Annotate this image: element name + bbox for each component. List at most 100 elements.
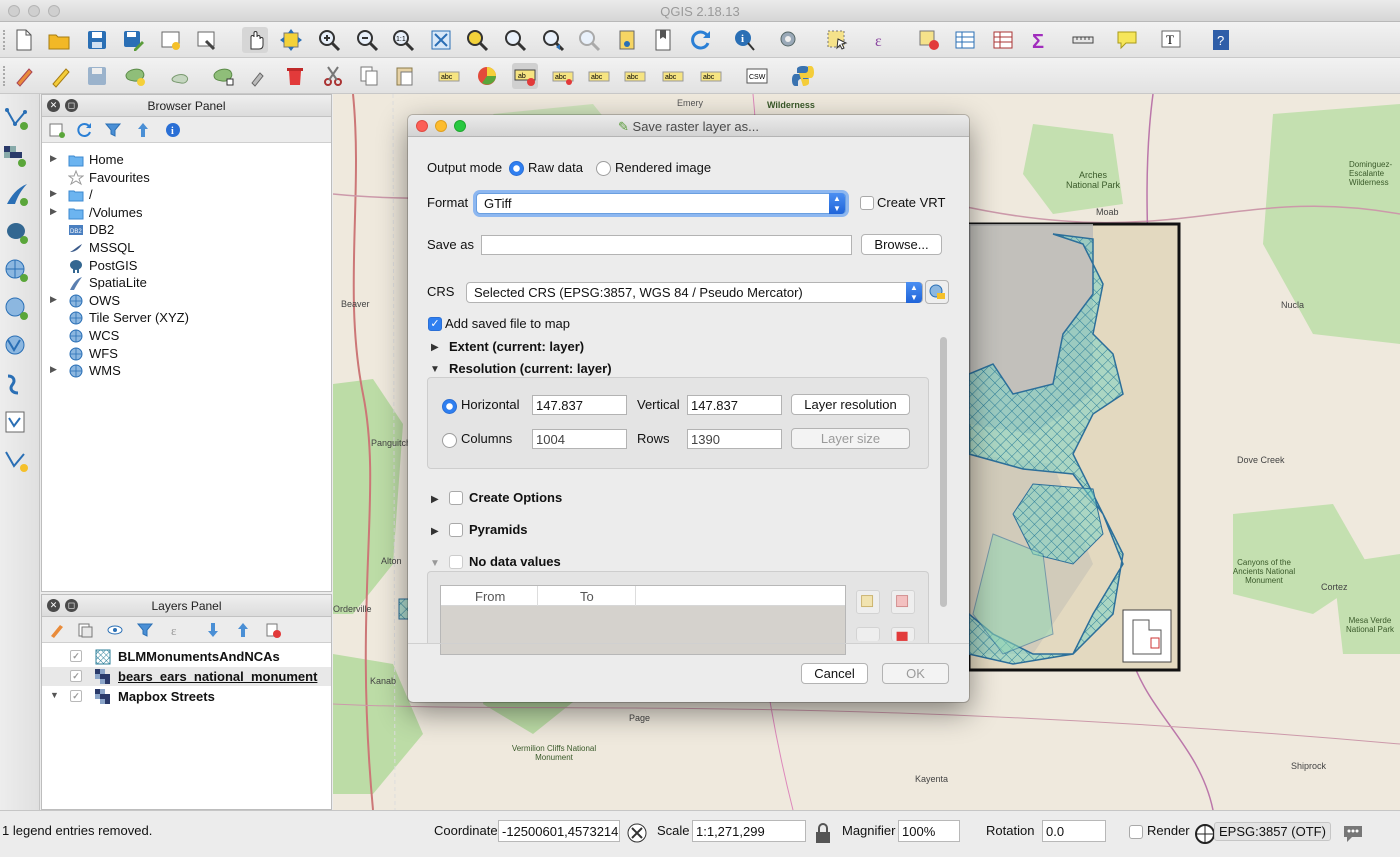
- delete-selected-icon[interactable]: [282, 63, 308, 89]
- dialog-scrollbar[interactable]: [939, 337, 948, 641]
- rotation-field[interactable]: 0.0: [1042, 820, 1106, 842]
- composer-manager-icon[interactable]: [194, 27, 220, 53]
- browser-item[interactable]: ▶ WMS: [42, 362, 331, 380]
- browser-item[interactable]: ▶ Home: [42, 151, 331, 169]
- filter-by-expression-icon[interactable]: ε: [168, 621, 186, 639]
- create-options-expand-arrow[interactable]: ▶: [431, 494, 439, 505]
- manage-visibility-icon[interactable]: [106, 621, 124, 639]
- column-header-to[interactable]: To: [580, 589, 594, 604]
- deselect-all-icon[interactable]: [916, 27, 942, 53]
- zoom-last-icon[interactable]: [540, 27, 566, 53]
- messages-icon[interactable]: [1340, 820, 1368, 844]
- add-wcs-layer-icon[interactable]: [2, 294, 32, 324]
- layer-item[interactable]: ✓ BLMMonumentsAndNCAs: [42, 647, 331, 666]
- magnifier-field[interactable]: 100%: [898, 820, 960, 842]
- lock-scale-icon[interactable]: [810, 820, 832, 843]
- python-console-icon[interactable]: [790, 63, 816, 89]
- pyramids-expand-arrow[interactable]: ▶: [431, 526, 439, 537]
- cut-features-icon[interactable]: [320, 63, 346, 89]
- highlight-pinned-labels-icon[interactable]: ab: [512, 63, 538, 89]
- current-edits-icon[interactable]: [12, 63, 38, 89]
- refresh-icon[interactable]: [688, 27, 714, 53]
- show-hide-labels-icon[interactable]: abc: [586, 63, 612, 89]
- rotate-label-icon[interactable]: abc: [660, 63, 686, 89]
- add-spatialite-layer-icon[interactable]: [2, 180, 32, 210]
- browser-item[interactable]: MSSQL: [42, 239, 331, 257]
- add-delimited-text-icon[interactable]: [2, 370, 32, 400]
- coordinate-field[interactable]: -12500601,4573214: [498, 820, 620, 842]
- zoom-native-resolution-icon[interactable]: 1:1: [390, 27, 416, 53]
- ok-button[interactable]: OK: [882, 663, 949, 684]
- new-print-composer-icon[interactable]: [158, 27, 184, 53]
- zoom-out-icon[interactable]: [354, 27, 380, 53]
- pyramids-checkbox[interactable]: [449, 523, 463, 537]
- open-layer-styling-icon[interactable]: [48, 621, 66, 639]
- copy-features-icon[interactable]: [356, 63, 382, 89]
- browse-button[interactable]: Browse...: [861, 234, 942, 255]
- load-nodata-icon[interactable]: [856, 627, 880, 641]
- edit-node-icon[interactable]: [246, 63, 272, 89]
- no-data-table[interactable]: From To: [440, 585, 846, 655]
- layer-item[interactable]: ▼ ✓ Mapbox Streets: [42, 687, 331, 706]
- rows-input[interactable]: 1390: [687, 429, 782, 449]
- add-to-map-checkbox[interactable]: ✓: [428, 317, 442, 331]
- layer-visibility-checkbox[interactable]: ✓: [70, 690, 82, 702]
- save-project-icon[interactable]: [84, 27, 110, 53]
- map-tips-icon[interactable]: [1114, 27, 1140, 53]
- move-feature-icon[interactable]: [168, 63, 194, 89]
- add-feature-icon[interactable]: [122, 63, 148, 89]
- layer-visibility-checkbox[interactable]: ✓: [70, 650, 82, 662]
- add-raster-layer-icon[interactable]: [2, 142, 32, 172]
- add-vector-layer-icon[interactable]: [2, 104, 32, 134]
- new-shapefile-icon[interactable]: [2, 408, 32, 438]
- no-data-checkbox[interactable]: [449, 555, 463, 569]
- browser-item[interactable]: WFS: [42, 345, 331, 363]
- format-combo[interactable]: GTiff ▲ ▼: [476, 193, 846, 214]
- actions-gear-icon[interactable]: [776, 27, 802, 53]
- resolution-section-label[interactable]: Resolution (current: layer): [449, 361, 612, 376]
- new-virtual-layer-icon[interactable]: [2, 446, 32, 476]
- create-vrt-checkbox[interactable]: [860, 196, 874, 210]
- expand-arrow-icon[interactable]: ▶: [50, 294, 57, 305]
- zoom-next-icon[interactable]: [576, 27, 602, 53]
- scale-combo[interactable]: 1:1,271,299: [692, 820, 806, 842]
- remove-nodata-value-icon[interactable]: [891, 590, 915, 614]
- crs-select-icon[interactable]: [925, 280, 949, 304]
- node-tool-icon[interactable]: [210, 63, 236, 89]
- crs-combo[interactable]: Selected CRS (EPSG:3857, WGS 84 / Pseudo…: [466, 282, 923, 303]
- add-selected-layers-icon[interactable]: [48, 121, 66, 139]
- add-wfs-layer-icon[interactable]: [2, 332, 32, 362]
- field-calculator-icon[interactable]: [990, 27, 1016, 53]
- browser-item[interactable]: Tile Server (XYZ): [42, 309, 331, 327]
- add-postgis-layer-icon[interactable]: [2, 218, 32, 248]
- expand-all-icon[interactable]: [204, 621, 222, 639]
- columns-input[interactable]: 1004: [532, 429, 627, 449]
- crs-globe-icon[interactable]: [1192, 821, 1215, 844]
- pan-map-icon[interactable]: [242, 27, 268, 53]
- rendered-image-radio[interactable]: [596, 161, 611, 176]
- save-as-input[interactable]: [481, 235, 852, 255]
- scrollbar-thumb[interactable]: [940, 337, 947, 607]
- new-map-view-icon[interactable]: [614, 27, 640, 53]
- crs-status-button[interactable]: EPSG:3857 (OTF): [1214, 822, 1331, 841]
- zoom-in-icon[interactable]: [316, 27, 342, 53]
- csw-metasearch-icon[interactable]: CSW: [744, 63, 770, 89]
- move-label-icon[interactable]: abc: [622, 63, 648, 89]
- remove-layer-icon[interactable]: [264, 621, 282, 639]
- collapse-arrow-icon[interactable]: ▼: [50, 690, 59, 700]
- new-project-icon[interactable]: [10, 27, 36, 53]
- no-data-collapse-arrow[interactable]: ▼: [430, 558, 440, 569]
- horizontal-radio[interactable]: [442, 399, 457, 414]
- resolution-collapse-arrow[interactable]: ▼: [430, 364, 440, 375]
- vertical-input[interactable]: 147.837: [687, 395, 782, 415]
- layer-size-button[interactable]: Layer size: [791, 428, 910, 449]
- paste-features-icon[interactable]: [392, 63, 418, 89]
- filter-legend-icon[interactable]: [136, 621, 154, 639]
- zoom-to-layer-icon[interactable]: [502, 27, 528, 53]
- open-attribute-table-icon[interactable]: [952, 27, 978, 53]
- expand-arrow-icon[interactable]: ▶: [50, 153, 57, 164]
- column-header-from[interactable]: From: [475, 589, 505, 604]
- identify-features-icon[interactable]: i: [732, 27, 758, 53]
- browser-item[interactable]: DB2 DB2: [42, 221, 331, 239]
- columns-radio[interactable]: [442, 433, 457, 448]
